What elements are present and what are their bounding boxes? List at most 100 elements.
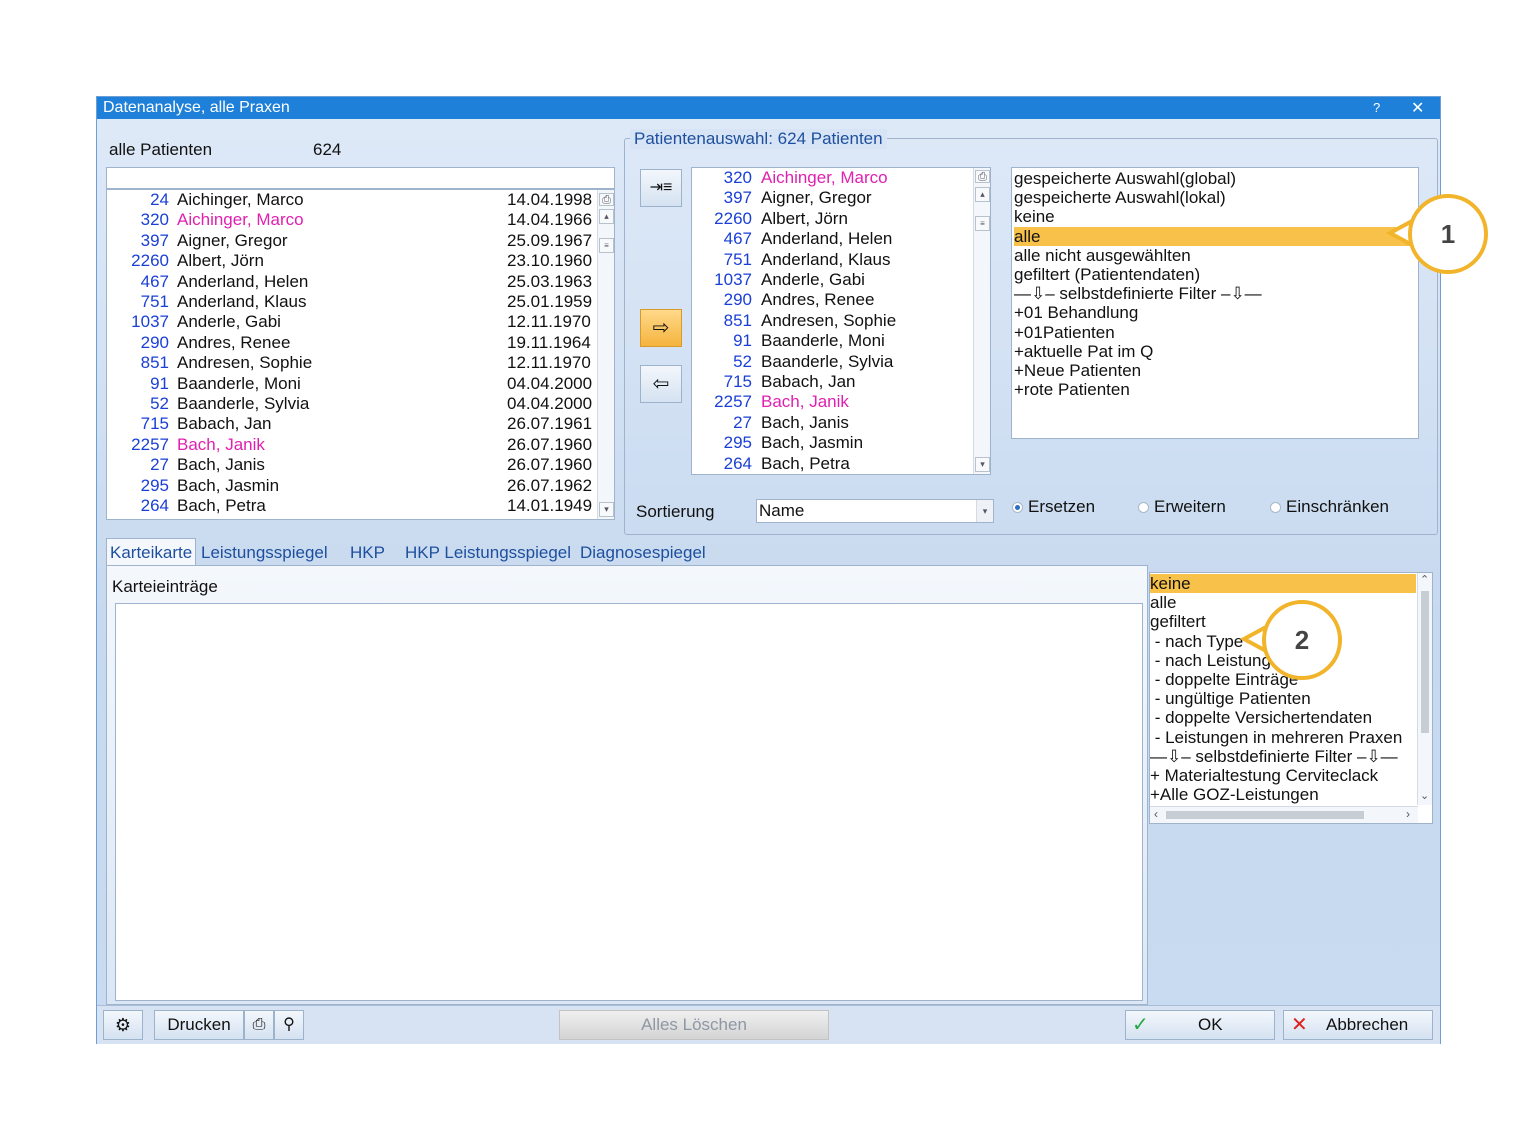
add-all-button[interactable]: ⇥≡ — [640, 169, 682, 207]
table-row[interactable]: 715 Babach, Jan — [692, 372, 990, 392]
radio-ersetzen-label[interactable]: Ersetzen — [1028, 497, 1095, 517]
print-button[interactable]: Drucken — [154, 1010, 244, 1040]
scroll-left-icon[interactable]: ‹ — [1154, 807, 1158, 821]
cancel-button[interactable]: ✕ Abbrechen — [1283, 1010, 1433, 1040]
tab-karteikarte[interactable]: Karteikarte — [110, 543, 192, 563]
filter-option[interactable]: gefiltert (Patientendaten) — [1014, 265, 1416, 284]
radio-einschraenken-label[interactable]: Einschränken — [1286, 497, 1389, 517]
radio-erweitern[interactable] — [1138, 502, 1149, 513]
table-row[interactable]: 397 Aigner, Gregor — [692, 188, 990, 208]
table-row[interactable]: 2257 Bach, Janik — [692, 392, 990, 412]
table-row[interactable]: 1037 Anderle, Gabi 12.11.1970 — [107, 312, 614, 332]
table-row[interactable]: 2260 Albert, Jörn 23.10.1960 — [107, 251, 614, 271]
table-row[interactable]: 27 Bach, Janis — [692, 413, 990, 433]
remove-selected-button[interactable]: ⇦ — [640, 365, 682, 403]
patient-birthdate: 26.07.1960 — [507, 455, 593, 475]
table-row[interactable]: 91 Baanderle, Moni 04.04.2000 — [107, 374, 614, 394]
table-row[interactable]: 290 Andres, Renee 19.11.1964 — [107, 333, 614, 353]
kartei-filter-option[interactable]: + Materialtestung Cerviteclack — [1150, 766, 1416, 785]
table-row[interactable]: 290 Andres, Renee — [692, 290, 990, 310]
table-row[interactable]: 91 Baanderle, Moni — [692, 331, 990, 351]
filter-option[interactable]: +aktuelle Pat im Q — [1014, 342, 1416, 361]
selected-list-scrollbar[interactable]: ⎙ ▴ ≡ ▾ — [973, 168, 990, 474]
table-row[interactable]: 24 Aichinger, Marco 14.04.1998 — [107, 190, 614, 210]
kartei-filter-vscrollbar[interactable]: ⌃ ⌄ — [1417, 573, 1432, 805]
scroll-up-icon[interactable]: ▴ — [975, 187, 990, 202]
scroll-right-icon[interactable]: › — [1406, 807, 1410, 821]
filter-option[interactable]: gespeicherte Auswahl(lokal) — [1014, 188, 1416, 207]
table-row[interactable]: 751 Anderland, Klaus — [692, 250, 990, 270]
scroll-up-icon[interactable]: ⌃ — [1420, 573, 1429, 586]
table-row[interactable]: 2260 Albert, Jörn — [692, 209, 990, 229]
print-setup-button[interactable]: ⎙ — [244, 1010, 274, 1040]
table-row[interactable]: 851 Andresen, Sophie 12.11.1970 — [107, 353, 614, 373]
scroll-down-icon[interactable]: ▾ — [975, 457, 990, 472]
selected-patients-list[interactable]: 264 Bach, Petra 295 Bach, Jasmin 27 Bach, Jan… — [691, 167, 991, 475]
kartei-filter-option[interactable]: —⇩– selbstdefinierte Filter –⇩— — [1150, 747, 1416, 766]
scroll-thumb[interactable]: ≡ — [599, 238, 614, 253]
table-row[interactable]: 295 Bach, Jasmin — [692, 433, 990, 453]
tab-hkp[interactable]: HKP — [350, 543, 385, 563]
patient-name: Andresen, Sophie — [761, 310, 897, 330]
filter-option[interactable]: keine — [1014, 207, 1416, 226]
table-row[interactable]: 1037 Anderle, Gabi — [692, 270, 990, 290]
sort-select[interactable]: Name ▾ — [756, 499, 994, 523]
table-row[interactable]: 320 Aichinger, Marco 14.04.1966 — [107, 210, 614, 230]
patient-filter-list[interactable]: gespeicherte Auswahl(global) gespeicherte… — [1011, 167, 1419, 439]
tab-diagnosespiegel[interactable]: Diagnosespiegel — [580, 543, 706, 563]
filter-option[interactable]: +Neue Patienten — [1014, 361, 1416, 380]
table-row[interactable]: 52 Baanderle, Sylvia 04.04.2000 — [107, 394, 614, 414]
help-button[interactable]: ? — [1373, 100, 1380, 115]
table-row[interactable]: 27 Bach, Janis 26.07.1960 — [107, 455, 614, 475]
table-row[interactable]: 467 Anderland, Helen — [692, 229, 990, 249]
kartei-filter-option[interactable]: +Alle GOZ-Leistungen — [1150, 785, 1416, 804]
print-selection-icon[interactable]: ⎙ — [975, 170, 990, 183]
filter-option[interactable]: alle nicht ausgewählten — [1014, 246, 1416, 265]
filter-option[interactable]: gespeicherte Auswahl(global) — [1014, 169, 1416, 188]
scroll-thumb[interactable] — [1421, 591, 1429, 733]
table-row[interactable]: 2257 Bach, Janik 26.07.1960 — [107, 435, 614, 455]
table-row[interactable]: 715 Babach, Jan 26.07.1961 — [107, 414, 614, 434]
table-row[interactable]: 467 Anderland, Helen 25.03.1963 — [107, 272, 614, 292]
tab-leistungsspiegel[interactable]: Leistungsspiegel — [201, 543, 328, 563]
preview-button[interactable]: ⚲ — [274, 1010, 304, 1040]
scroll-down-icon[interactable]: ⌄ — [1420, 789, 1429, 802]
dropdown-arrow-icon[interactable]: ▾ — [976, 500, 993, 522]
table-row[interactable]: 851 Andresen, Sophie — [692, 311, 990, 331]
table-row[interactable]: 397 Aigner, Gregor 25.09.1967 — [107, 231, 614, 251]
kartei-filter-option[interactable]: - Leistungen in mehreren Praxen — [1150, 728, 1416, 747]
scroll-thumb[interactable]: ≡ — [975, 216, 990, 231]
scroll-up-icon[interactable]: ▴ — [599, 209, 614, 224]
filter-option[interactable]: +rote Patienten — [1014, 380, 1416, 399]
scroll-down-icon[interactable]: ▾ — [599, 502, 614, 517]
left-list-scrollbar[interactable]: ⎙ ▴ ≡ ▾ — [597, 190, 614, 519]
close-button[interactable]: ✕ — [1411, 98, 1424, 118]
settings-button[interactable]: ⚙ — [103, 1010, 143, 1040]
tab-hkp-leistungsspiegel[interactable]: HKP Leistungsspiegel — [405, 543, 571, 563]
filter-option[interactable]: alle — [1014, 226, 1416, 246]
table-row[interactable]: 264 Bach, Petra 14.01.1949 — [107, 496, 614, 516]
table-row[interactable]: 751 Anderland, Klaus 25.01.1959 — [107, 292, 614, 312]
table-row[interactable]: 52 Baanderle, Sylvia — [692, 352, 990, 372]
radio-ersetzen[interactable] — [1012, 502, 1023, 513]
kartei-filter-option[interactable]: - doppelte Versichertendaten — [1150, 708, 1416, 727]
filter-option[interactable]: +01Patienten — [1014, 323, 1416, 342]
print-list-icon[interactable]: ⎙ — [599, 193, 614, 206]
table-row[interactable]: 295 Bach, Jasmin 26.07.1962 — [107, 476, 614, 496]
kartei-filter-hscrollbar[interactable]: ‹ › — [1150, 806, 1418, 823]
add-selected-button[interactable]: ⇨ — [640, 309, 682, 347]
kartei-filter-option[interactable]: - ungültige Patienten — [1150, 689, 1416, 708]
all-patients-list[interactable]: 264 Bach, Petra 14.01.1949 295 Bach, Jasmin 2… — [106, 189, 615, 520]
filter-option[interactable]: —⇩– selbstdefinierte Filter –⇩— — [1014, 284, 1416, 303]
clear-all-button[interactable]: Alles Löschen — [559, 1010, 829, 1040]
h-scroll-thumb[interactable] — [1166, 811, 1364, 819]
ok-button[interactable]: ✓ OK — [1125, 1010, 1275, 1040]
table-row[interactable]: 320 Aichinger, Marco — [692, 168, 990, 188]
kartei-entries-area[interactable] — [115, 603, 1143, 1001]
filter-option[interactable]: +01 Behandlung — [1014, 303, 1416, 322]
patient-search-input[interactable] — [106, 167, 615, 189]
table-row[interactable]: 264 Bach, Petra — [692, 454, 990, 474]
radio-einschraenken[interactable] — [1270, 502, 1281, 513]
radio-erweitern-label[interactable]: Erweitern — [1154, 497, 1226, 517]
kartei-filter-option[interactable]: keine — [1150, 574, 1416, 593]
